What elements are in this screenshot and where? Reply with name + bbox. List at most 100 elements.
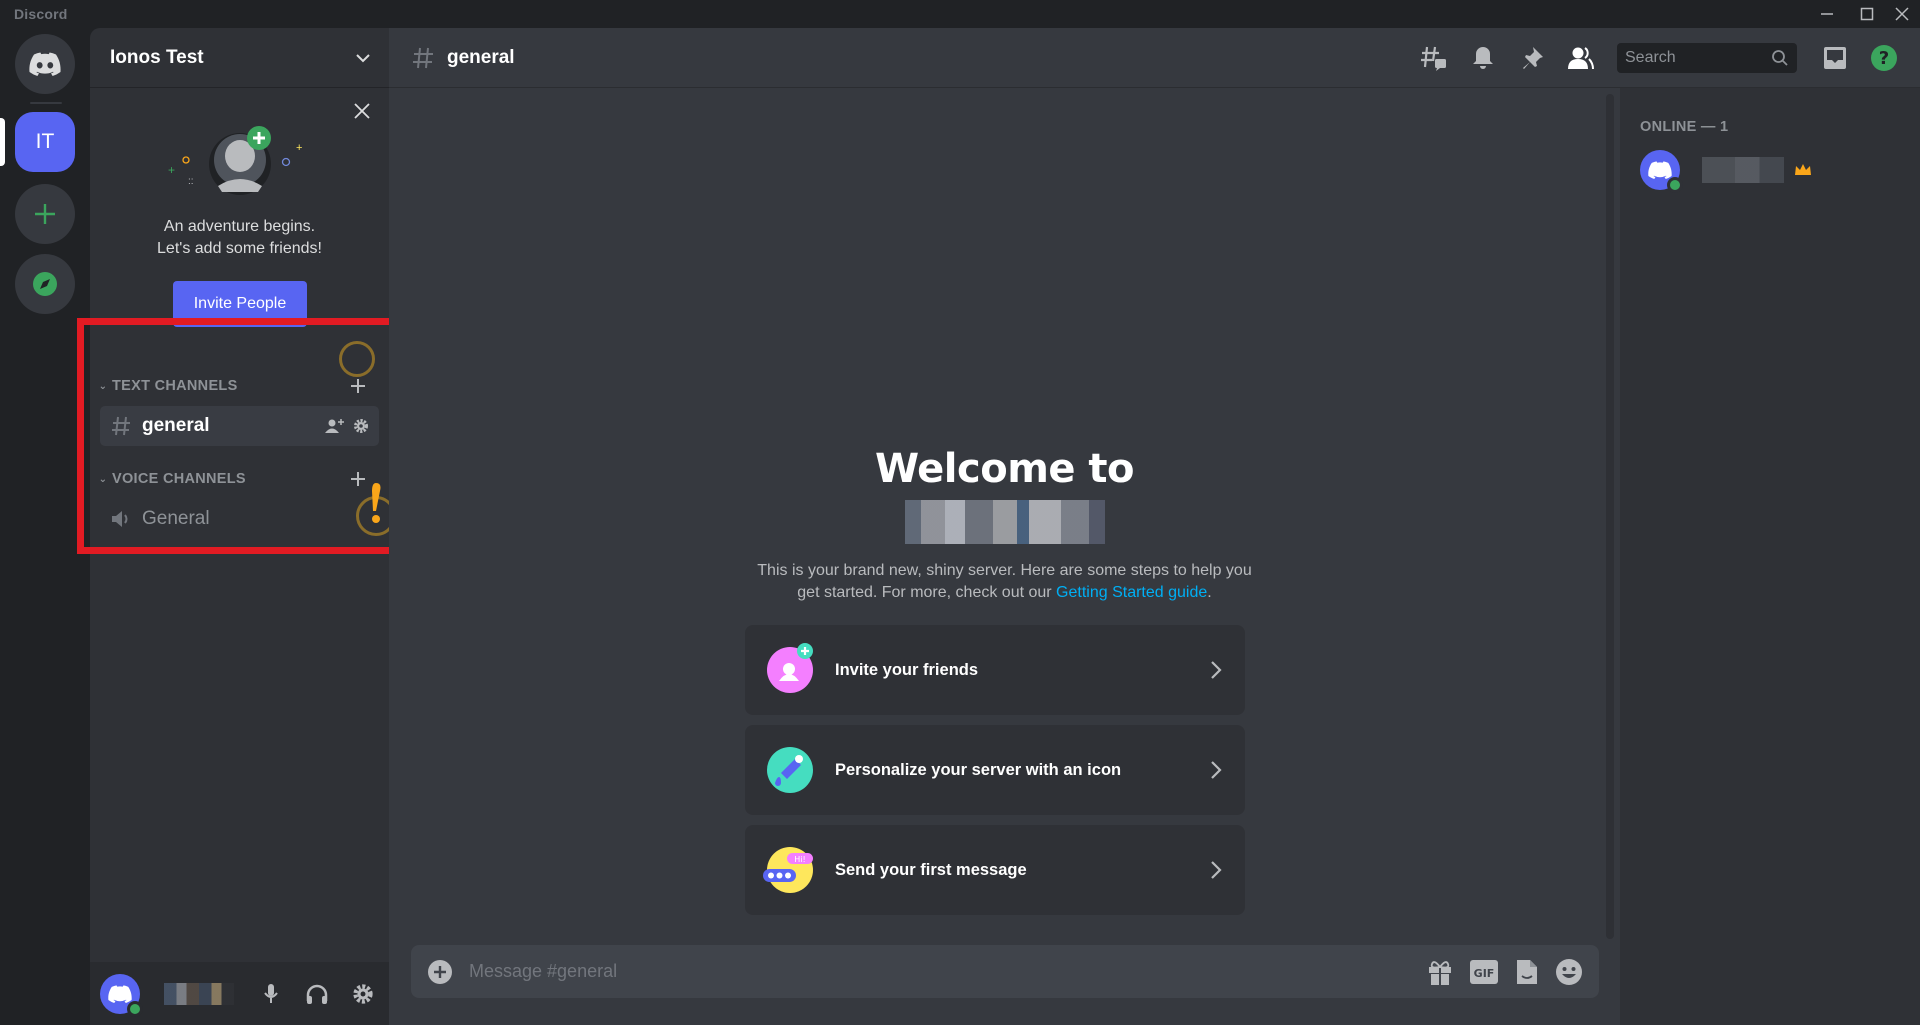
- invite-friends-card[interactable]: Invite your friends: [745, 625, 1245, 715]
- svg-text:Hi!: Hi!: [794, 855, 805, 864]
- server-ionos-test[interactable]: IT: [15, 112, 75, 172]
- warning-exclamation-icon: [372, 483, 381, 523]
- adventure-illustration-icon: + :: +: [168, 126, 302, 195]
- explore-servers-button[interactable]: [15, 254, 75, 314]
- discord-logo-icon: [108, 984, 132, 1003]
- create-text-channel-button[interactable]: [346, 374, 370, 398]
- annotation-ring: [339, 341, 375, 377]
- member-list-icon: [1568, 47, 1594, 70]
- text-channel-hash-icon: [112, 416, 130, 436]
- search-box[interactable]: [1617, 43, 1797, 73]
- deafen-button[interactable]: [301, 978, 333, 1010]
- app-name: Discord: [14, 6, 68, 22]
- send-first-message-card[interactable]: Hi! Send your first message: [745, 825, 1245, 915]
- category-voice-channels[interactable]: ⌄ VOICE CHANNELS: [96, 467, 384, 491]
- minimize-icon: [1821, 13, 1833, 15]
- gear-icon: [353, 983, 373, 1004]
- close-window-button[interactable]: [1888, 3, 1916, 25]
- create-invite-icon[interactable]: [325, 418, 345, 434]
- server-name-redacted: [904, 500, 1105, 544]
- emoji-icon[interactable]: [1555, 958, 1583, 986]
- channel-title: general: [447, 46, 515, 68]
- message-input[interactable]: [469, 961, 1427, 982]
- channel-voice-general[interactable]: General: [100, 499, 379, 539]
- member-item[interactable]: [1640, 146, 1900, 194]
- help-icon: ?: [1871, 45, 1897, 71]
- mute-button[interactable]: [255, 978, 287, 1010]
- server-initials: IT: [35, 130, 55, 153]
- first-message-icon: Hi!: [763, 847, 813, 893]
- invite-card-message: An adventure begins. Let's add some frie…: [157, 218, 322, 257]
- chevron-right-icon: [1211, 661, 1222, 679]
- rail-separator: [30, 102, 62, 104]
- server-name: Ionos Test: [110, 46, 204, 68]
- help-button[interactable]: ?: [1868, 42, 1900, 74]
- chevron-down-icon: ⌄: [98, 473, 108, 485]
- channel-header: general ?: [389, 28, 1920, 88]
- channel-general[interactable]: general: [100, 406, 379, 446]
- welcome-section: Welcome to This is your brand new, shiny…: [389, 446, 1620, 604]
- headphones-icon: [306, 984, 328, 1004]
- notification-settings-button[interactable]: [1467, 42, 1499, 74]
- user-avatar[interactable]: [100, 973, 143, 1017]
- title-bar: Discord: [0, 0, 1920, 28]
- compass-icon: [33, 272, 57, 296]
- online-status-dot: [127, 1000, 143, 1017]
- maximize-icon: [1860, 7, 1874, 21]
- search-icon: [1772, 50, 1788, 66]
- server-rail: IT: [0, 28, 90, 1025]
- speaker-icon: [112, 511, 128, 527]
- channel-settings-gear-icon[interactable]: [353, 418, 369, 434]
- online-status-dot: [1667, 177, 1683, 193]
- inbox-icon: [1824, 47, 1846, 69]
- chevron-down-icon: ⌄: [98, 380, 108, 392]
- member-name-redacted: [1702, 157, 1784, 183]
- inbox-button[interactable]: [1819, 42, 1851, 74]
- member-list-button[interactable]: [1565, 42, 1597, 74]
- member-list: ONLINE — 1: [1620, 88, 1920, 1025]
- upload-plus-icon[interactable]: [427, 959, 453, 985]
- gif-icon[interactable]: GIF: [1469, 959, 1499, 985]
- svg-text:?: ?: [1879, 48, 1889, 69]
- invite-card: + :: + An adventure begins. Let's add so…: [90, 88, 389, 327]
- text-channel-hash-icon: [413, 47, 433, 68]
- selected-server-indicator: [0, 118, 5, 166]
- pinned-messages-button[interactable]: [1516, 42, 1548, 74]
- category-text-channels[interactable]: ⌄ TEXT CHANNELS: [96, 374, 384, 398]
- welcome-title: Welcome to: [874, 446, 1135, 492]
- plus-icon: [351, 379, 365, 393]
- home-button[interactable]: [15, 34, 75, 94]
- threads-button[interactable]: [1418, 42, 1450, 74]
- invite-people-button[interactable]: Invite People: [173, 281, 307, 327]
- plus-icon: [35, 204, 55, 224]
- discord-logo-icon: [1648, 161, 1672, 179]
- maximize-button[interactable]: [1853, 3, 1881, 25]
- personalize-icon: [767, 747, 813, 793]
- svg-text:+: +: [168, 163, 175, 177]
- member-avatar: [1640, 150, 1683, 193]
- microphone-icon: [264, 983, 278, 1003]
- close-icon: [354, 103, 370, 119]
- pinned-messages-icon: [1523, 47, 1543, 69]
- server-header[interactable]: Ionos Test: [90, 28, 389, 88]
- sticker-icon[interactable]: [1515, 958, 1539, 986]
- username-redacted: [164, 982, 234, 1005]
- chevron-right-icon: [1211, 861, 1222, 879]
- chevron-down-icon: [356, 53, 370, 62]
- notification-bell-icon: [1473, 47, 1493, 69]
- search-input[interactable]: [1625, 49, 1765, 67]
- add-server-button[interactable]: [15, 184, 75, 244]
- user-settings-button[interactable]: [347, 978, 379, 1010]
- svg-text:+: +: [296, 142, 302, 154]
- getting-started-guide-link[interactable]: Getting Started guide: [1056, 584, 1207, 601]
- server-owner-crown-icon: [1795, 164, 1811, 175]
- close-icon: [1895, 7, 1909, 21]
- gift-icon[interactable]: [1427, 958, 1453, 986]
- personalize-server-card[interactable]: Personalize your server with an icon: [745, 725, 1245, 815]
- threads-icon: [1421, 46, 1446, 71]
- invite-friends-icon: [767, 643, 813, 693]
- svg-text:::: ::: [188, 176, 194, 187]
- close-invite-card-button[interactable]: [353, 102, 371, 125]
- minimize-button[interactable]: [1813, 3, 1841, 25]
- message-composer: GIF: [411, 945, 1599, 998]
